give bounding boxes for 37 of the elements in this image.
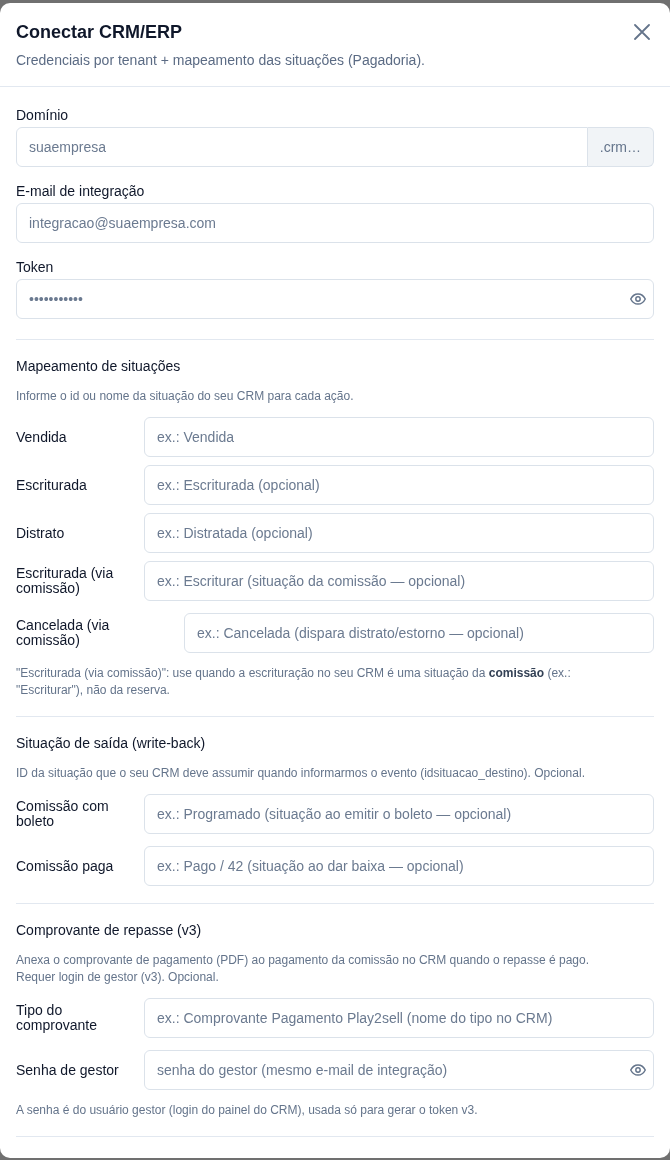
text-input[interactable]: ex.: Cancelada (dispara distrato/estorno — opcional) [184, 613, 654, 653]
text-input[interactable]: ex.: Comprovante Pagamento Play2sell (nome do tipo no CRM) [144, 998, 654, 1038]
section-heading: Situação de saída (write-back) [16, 734, 207, 753]
section-heading: Comprovante de repasse (v3) [16, 921, 203, 940]
domain-input[interactable]: suaempresa [16, 127, 588, 167]
section-description: ID da situação que o seu CRM deve assumir quando informarmos o evento (idsituacao_destino). Opcional. [16, 765, 586, 782]
field-label: Escriturada [16, 477, 88, 493]
password-field[interactable]: ••••••••••• [16, 279, 654, 319]
field-label: Token [16, 258, 55, 277]
password-field[interactable]: senha do gestor (mesmo e-mail de integração) [144, 1050, 654, 1090]
eye-icon[interactable] [630, 293, 646, 305]
field-label: Domínio [16, 106, 70, 125]
field-label: E-mail de integração [16, 182, 146, 201]
text-input[interactable]: ex.: Escriturar (situação da comissão — opcional) [144, 561, 654, 601]
field-label: Vendida [16, 429, 68, 445]
field-label: Senha de gestor [16, 1062, 120, 1078]
dialog-description: Credenciais por tenant + mapeamento das situações (Pagadoria). [16, 51, 425, 70]
text-input[interactable]: ex.: Programado (situação ao emitir o boleto — opcional) [144, 794, 654, 834]
field-label: Comissão paga [16, 858, 115, 874]
domain-suffix: .crm… [587, 127, 654, 167]
dialog-title: Conectar CRM/ERP [16, 21, 184, 44]
help-note: "Escriturada (via comissão)": use quando a escrituração no seu CRM é uma situação da comissão (ex.: "Escriturar"), não da reserva. [16, 665, 572, 699]
text-input[interactable]: ex.: Distratada (opcional) [144, 513, 654, 553]
text-input[interactable]: ex.: Vendida [144, 417, 654, 457]
help-note: A senha é do usuário gestor (login do painel do CRM), usada só para gerar o token v3. [16, 1102, 479, 1119]
section-description: Anexa o comprovante de pagamento (PDF) ao pagamento da comissão no CRM quando o repasse é pago. Requer login de gestor (v3). Opcional. [16, 952, 590, 986]
field-label: Escriturada (via comissão) [16, 566, 115, 596]
text-input[interactable]: ex.: Pago / 42 (situação ao dar baixa — opcional) [144, 846, 654, 886]
section-heading: Mapeamento de situações [16, 357, 182, 376]
field-label: Distrato [16, 525, 66, 541]
section-description: Informe o id ou nome da situação do seu CRM para cada ação. [16, 388, 355, 405]
text-input[interactable]: integracao@suaempresa.com [16, 203, 654, 243]
eye-icon[interactable] [630, 1064, 646, 1076]
field-label: Tipo do comprovante [16, 1003, 98, 1033]
field-label: Cancelada (via comissão) [16, 618, 111, 648]
text-input[interactable]: ex.: Escriturada (opcional) [144, 465, 654, 505]
field-label: Comissão com boleto [16, 799, 110, 829]
